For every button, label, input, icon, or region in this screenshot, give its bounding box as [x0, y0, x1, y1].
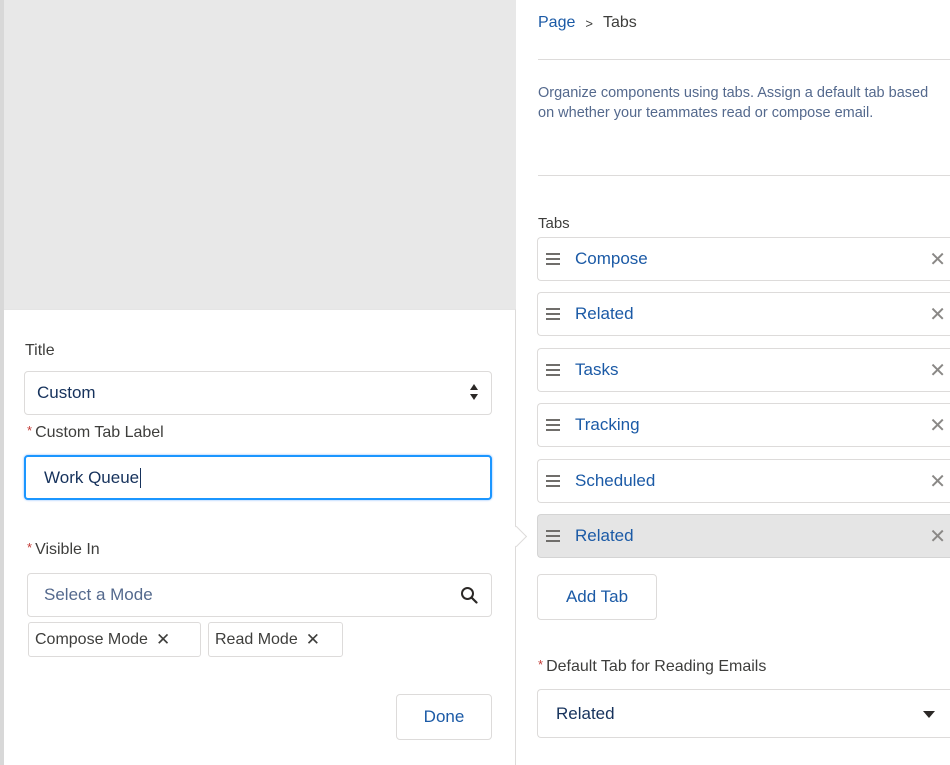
- tab-item-related[interactable]: Related ✕: [537, 292, 950, 336]
- default-tab-label: * Default Tab for Reading Emails: [538, 657, 767, 675]
- title-label: Title: [25, 342, 55, 359]
- done-button[interactable]: Done: [396, 694, 492, 740]
- drag-handle-icon[interactable]: [546, 530, 560, 542]
- pill-label: Compose Mode: [35, 630, 148, 648]
- tab-item-label: Compose: [575, 249, 648, 268]
- breadcrumb-page-link[interactable]: Page: [538, 14, 575, 32]
- title-select-value: Custom: [37, 383, 96, 402]
- title-select[interactable]: Custom: [24, 371, 492, 415]
- tab-item-label: Related: [575, 526, 634, 545]
- breadcrumb-separator: >: [585, 15, 593, 31]
- close-icon[interactable]: ✕: [929, 358, 946, 383]
- chevron-down-icon: [923, 711, 935, 718]
- tab-item-related-selected[interactable]: Related ✕: [537, 514, 950, 558]
- breadcrumb: Page > Tabs: [538, 14, 637, 32]
- panel-description: Organize components using tabs. Assign a…: [538, 85, 929, 121]
- drag-handle-icon[interactable]: [546, 308, 560, 320]
- up-down-icon: [469, 382, 479, 404]
- custom-tab-label-label: * Custom Tab Label: [27, 423, 164, 441]
- tab-item-tasks[interactable]: Tasks ✕: [537, 348, 950, 392]
- add-tab-button[interactable]: Add Tab: [537, 574, 657, 620]
- tab-item-label: Scheduled: [575, 471, 656, 490]
- mode-pill-read: Read Mode ✕: [208, 622, 343, 657]
- pill-label: Read Mode: [215, 630, 298, 648]
- custom-tab-label-value: Work Queue: [44, 467, 140, 487]
- text-caret: [140, 467, 142, 488]
- tab-item-label: Related: [575, 304, 634, 323]
- mode-search-placeholder: Select a Mode: [44, 585, 153, 604]
- default-tab-value: Related: [556, 703, 615, 723]
- drag-handle-icon[interactable]: [546, 364, 560, 376]
- drag-handle-icon[interactable]: [546, 253, 560, 265]
- close-icon[interactable]: ✕: [929, 247, 946, 272]
- divider: [538, 175, 950, 176]
- default-tab-select[interactable]: Related: [537, 689, 950, 738]
- visible-in-label: * Visible In: [27, 540, 100, 558]
- required-mark: *: [538, 657, 544, 672]
- close-icon[interactable]: ✕: [156, 630, 170, 650]
- required-mark: *: [27, 423, 33, 438]
- tab-item-label: Tracking: [575, 415, 640, 434]
- divider: [538, 59, 950, 60]
- tab-item-tracking[interactable]: Tracking ✕: [537, 403, 950, 447]
- custom-tab-label-input[interactable]: Work Queue: [24, 455, 492, 500]
- mode-pill-compose: Compose Mode ✕: [28, 622, 201, 657]
- close-icon[interactable]: ✕: [306, 630, 320, 650]
- tab-item-compose[interactable]: Compose ✕: [537, 237, 950, 281]
- drag-handle-icon[interactable]: [546, 419, 560, 431]
- tab-item-scheduled[interactable]: Scheduled ✕: [537, 459, 950, 503]
- drag-handle-icon[interactable]: [546, 475, 560, 487]
- tab-item-label: Tasks: [575, 360, 619, 379]
- close-icon[interactable]: ✕: [929, 413, 946, 438]
- mode-search-input[interactable]: Select a Mode: [27, 573, 492, 617]
- search-icon: [461, 587, 478, 604]
- close-icon[interactable]: ✕: [929, 302, 946, 327]
- page-canvas-preview: [0, 0, 516, 309]
- tabs-heading: Tabs: [538, 215, 570, 232]
- breadcrumb-current: Tabs: [602, 14, 637, 31]
- close-icon[interactable]: ✕: [929, 524, 946, 549]
- close-icon[interactable]: ✕: [929, 469, 946, 494]
- required-mark: *: [27, 540, 33, 555]
